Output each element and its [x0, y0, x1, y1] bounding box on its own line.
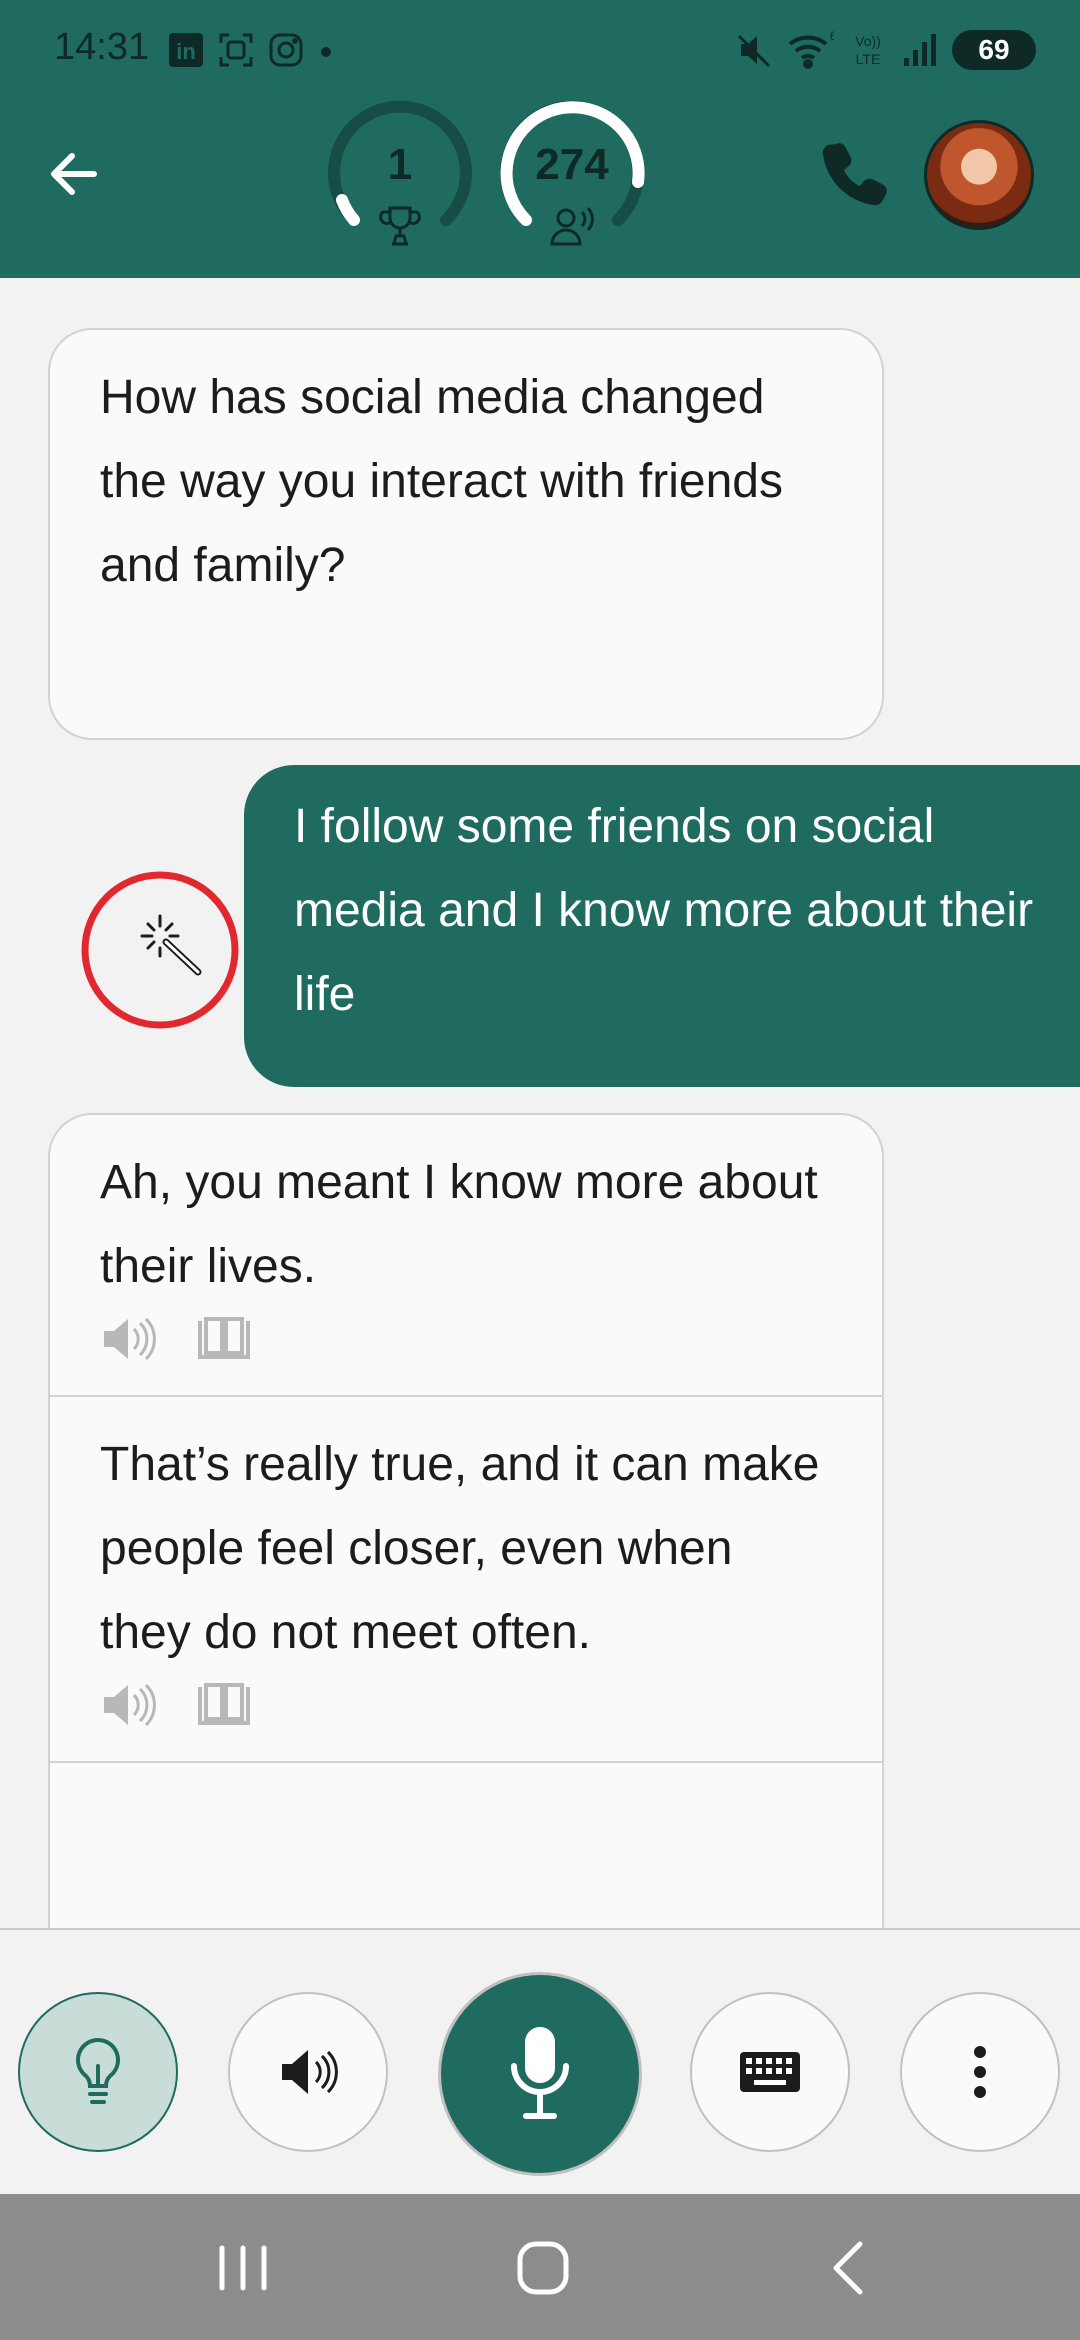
dictionary-icon[interactable] — [196, 1681, 252, 1729]
words-count: 274 — [535, 140, 609, 189]
status-bar: 14:31 in 6 Vo)) LTE 69 — [0, 0, 1080, 100]
user-message-text: I follow some friends on social media an… — [294, 800, 1034, 1021]
recent-apps-icon[interactable] — [208, 2238, 278, 2298]
message-divider — [50, 1761, 882, 1763]
keyboard-button[interactable] — [690, 1992, 850, 2152]
linkedin-icon: in — [169, 33, 203, 67]
back-nav-icon[interactable] — [814, 2238, 884, 2298]
hint-button[interactable] — [18, 1992, 178, 2152]
trophy-icon — [379, 206, 421, 246]
volte-icon: Vo)) LTE — [855, 33, 881, 67]
svg-text:6: 6 — [830, 30, 834, 43]
instagram-icon — [269, 33, 303, 67]
home-icon[interactable] — [508, 2238, 578, 2298]
trophy-count: 1 — [387, 140, 413, 189]
dot-icon — [321, 47, 331, 57]
keyboard-icon — [740, 2052, 800, 2092]
words-gauge[interactable]: 274 — [492, 96, 652, 256]
lightbulb-icon — [76, 2037, 120, 2104]
chat-area[interactable]: How has social media changed the way you… — [0, 278, 1080, 1928]
status-time: 14:31 — [54, 26, 150, 68]
bottom-toolbar — [0, 1928, 1080, 2194]
more-vertical-icon — [974, 2046, 986, 2098]
status-right-icons: 6 Vo)) LTE 69 — [736, 28, 1036, 72]
correction-actions — [50, 1309, 882, 1369]
microphone-button[interactable] — [438, 1972, 642, 2176]
system-nav-bar — [0, 2194, 1080, 2340]
svg-text:in: in — [176, 39, 196, 64]
dictionary-icon[interactable] — [196, 1315, 252, 1363]
bot-message-bubble: How has social media changed the way you… — [48, 328, 884, 740]
back-arrow-icon[interactable] — [44, 142, 108, 206]
bot-feedback-bubble: Ah, you meant I know more about their li… — [48, 1113, 884, 1928]
trophy-gauge[interactable]: 1 — [320, 96, 480, 256]
signal-icon — [904, 34, 936, 66]
speaking-person-icon — [550, 206, 594, 246]
magic-wand-icon[interactable] — [80, 870, 240, 1030]
battery-level: 69 — [978, 34, 1010, 65]
microphone-icon — [511, 2027, 569, 2119]
correction-text: Ah, you meant I know more about their li… — [100, 1156, 818, 1293]
speaker-icon[interactable] — [100, 1315, 156, 1363]
battery-indicator: 69 — [952, 30, 1036, 70]
app-header: 14:31 in 6 Vo)) LTE 69 1 274 — [0, 0, 1080, 278]
bot-message-text: How has social media changed the way you… — [100, 371, 783, 592]
more-options-button[interactable] — [900, 1992, 1060, 2152]
svg-text:Vo)): Vo)) — [855, 33, 881, 49]
user-message-bubble: I follow some friends on social media an… — [244, 765, 1080, 1087]
reply-actions — [50, 1675, 882, 1735]
wifi-icon: 6 — [788, 30, 834, 69]
phone-call-icon[interactable] — [814, 134, 894, 214]
screen-capture-icon — [219, 33, 253, 67]
speaker-button[interactable] — [228, 1992, 388, 2152]
speaker-icon — [282, 2050, 338, 2094]
speaker-icon[interactable] — [100, 1681, 156, 1729]
status-left-icons: in — [168, 30, 334, 70]
svg-text:LTE: LTE — [856, 51, 881, 67]
reply-text: That’s really true, and it can make peop… — [100, 1438, 820, 1659]
tutor-avatar[interactable] — [924, 120, 1034, 230]
mute-icon — [737, 34, 771, 68]
